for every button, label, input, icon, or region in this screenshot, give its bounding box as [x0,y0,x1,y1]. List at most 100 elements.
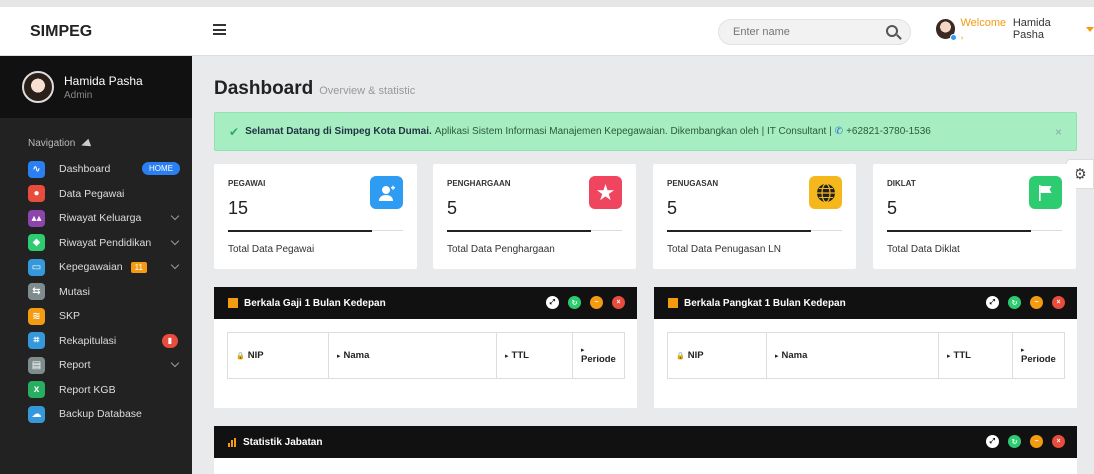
col-nip[interactable]: 🔒 NIP [667,332,767,379]
brand-logo[interactable]: SIMPEG [0,7,192,56]
stat-card-pegawai: PEGAWAI 15 Total Data Pegawai [214,164,417,269]
welcome-alert: ✔ Selamat Datang di Simpeg Kota Dumai. A… [214,112,1077,151]
cloud-icon: ☁ [28,405,45,423]
close-icon[interactable]: × [1055,125,1062,139]
refresh-icon[interactable]: ↻ [1008,296,1021,309]
user-name: Hamida Pasha [1012,17,1051,41]
folder-icon: ▭ [28,258,45,276]
alert-title: Selamat Datang di Simpeg Kota Dumai. [245,126,432,137]
sidebar-item-kepegawaian[interactable]: ▭ Kepegawaian 11 [0,255,192,280]
navigation-arrow-icon [80,138,92,149]
sidebar-item-mutasi[interactable]: ⇆ Mutasi [0,280,192,305]
expand-icon[interactable]: ⤢ [546,296,559,309]
col-periode[interactable]: ▸ Periode [572,332,625,379]
top-bar: SIMPEG Welcome , Hamida Pasha [0,0,1094,56]
recap-icon: ⌗ [28,332,45,350]
sidebar-profile: Hamida Pasha Admin [0,56,192,118]
sidebar-item-rekapitulasi[interactable]: ⌗ Rekapitulasi ▮ [0,329,192,354]
panel-controls: ⤢ ↻ − × [977,296,1065,309]
collapse-icon[interactable]: − [1030,435,1043,448]
printer-icon: ▤ [28,356,45,374]
sort-icon: ▸ [1021,347,1025,354]
sort-icon: ▸ [581,347,585,354]
stat-value: 5 [447,198,458,218]
sidebar-item-dashboard[interactable]: ∿ Dashboard HOME [0,157,192,182]
stat-value: 5 [667,198,678,218]
menu-toggle-icon[interactable] [213,24,226,35]
table-header-row: 🔒 NIP ▸ Nama ▸ TTL ▸ Periode [667,332,1065,379]
flag-icon [1029,176,1062,209]
pulse-icon: ∿ [28,160,45,178]
sidebar-item-skp[interactable]: ≋ SKP [0,304,192,329]
user-add-icon [370,176,403,209]
chart-badge-icon: ▮ [162,333,178,348]
panel-square-icon [668,298,678,308]
panel-berkala-gaji: Berkala Gaji 1 Bulan Kedepan ⤢ ↻ − × 🔒 NI… [214,287,637,408]
page-subtitle: Overview & statistic [319,85,416,97]
alert-phone: +62821-3780-1536 [846,126,931,137]
table-berkala-gaji: 🔒 NIP ▸ Nama ▸ TTL ▸ Periode [227,332,625,379]
search-input[interactable] [719,20,869,44]
profile-name: Hamida Pasha [64,73,143,88]
close-icon[interactable]: × [612,296,625,309]
panel-square-icon [228,298,238,308]
sidebar-item-riwayat-keluarga[interactable]: ▴▴ Riwayat Keluarga [0,206,192,231]
excel-icon: x [28,381,45,399]
sort-icon: ▸ [337,353,341,360]
sidebar-item-report[interactable]: ▤ Report [0,353,192,378]
table-header-row: 🔒 NIP ▸ Nama ▸ TTL ▸ Periode [227,332,625,379]
family-icon: ▴▴ [28,209,45,227]
sort-icon: ▸ [505,353,509,360]
chevron-down-icon [170,358,180,368]
avatar [936,19,958,41]
home-badge: HOME [142,162,180,175]
transfer-icon: ⇆ [28,283,45,301]
close-icon[interactable]: × [1052,296,1065,309]
sidebar-item-riwayat-pendidikan[interactable]: ◆ Riwayat Pendidikan [0,231,192,256]
caret-down-icon [1086,26,1094,32]
col-ttl[interactable]: ▸ TTL [938,332,1013,379]
stat-value: 15 [228,198,249,218]
panel-berkala-pangkat: Berkala Pangkat 1 Bulan Kedepan ⤢ ↻ − × … [654,287,1077,408]
profile-role: Admin [64,89,93,101]
col-nama[interactable]: ▸ Nama [328,332,497,379]
table-berkala-pangkat: 🔒 NIP ▸ Nama ▸ TTL ▸ Periode [667,332,1065,379]
bar-chart-icon [228,437,237,447]
panel-controls: ⤢ ↻ − × [977,435,1065,448]
sidebar-item-backup-database[interactable]: ☁ Backup Database [0,402,192,427]
page-title: Dashboard Overview & statistic [214,78,416,99]
nav-heading: Navigation [0,118,192,157]
check-icon: ✔ [229,124,240,139]
col-periode[interactable]: ▸ Periode [1012,332,1065,379]
refresh-icon[interactable]: ↻ [1008,435,1021,448]
stat-card-penghargaan: PENGHARGAAN 5 ★ Total Data Penghargaan [433,164,636,269]
panel-statistik-jabatan: Statistik Jabatan ⤢ ↻ − × [214,426,1077,474]
lock-icon: 🔒 [676,353,685,360]
star-icon: ★ [589,176,622,209]
online-status-dot [950,34,958,41]
panel-controls: ⤢ ↻ − × [537,296,625,309]
stat-card-diklat: DIKLAT 5 Total Data Diklat [873,164,1076,269]
col-nip[interactable]: 🔒 NIP [227,332,329,379]
refresh-icon[interactable]: ↻ [568,296,581,309]
expand-icon[interactable]: ⤢ [986,435,999,448]
chevron-down-icon [170,260,180,270]
panel-header: Berkala Gaji 1 Bulan Kedepan ⤢ ↻ − × [214,287,637,319]
col-nama[interactable]: ▸ Nama [766,332,939,379]
education-icon: ◆ [28,234,45,252]
collapse-icon[interactable]: − [590,296,603,309]
search-box [718,19,911,45]
lock-icon: 🔒 [236,353,245,360]
close-icon[interactable]: × [1052,435,1065,448]
user-menu[interactable]: Welcome , Hamida Pasha [936,17,1094,41]
sidebar-item-report-kgb[interactable]: x Report KGB [0,378,192,403]
chevron-down-icon [170,211,180,221]
sidebar-item-data-pegawai[interactable]: ● Data Pegawai [0,182,192,207]
collapse-icon[interactable]: − [1030,296,1043,309]
expand-icon[interactable]: ⤢ [986,296,999,309]
panel-header: Statistik Jabatan ⤢ ↻ − × [214,426,1077,458]
sort-icon: ▸ [947,353,951,360]
col-ttl[interactable]: ▸ TTL [496,332,573,379]
stat-card-penugasan: PENUGASAN 5 Total Data Penugasan LN [653,164,856,269]
search-icon[interactable] [886,25,898,37]
